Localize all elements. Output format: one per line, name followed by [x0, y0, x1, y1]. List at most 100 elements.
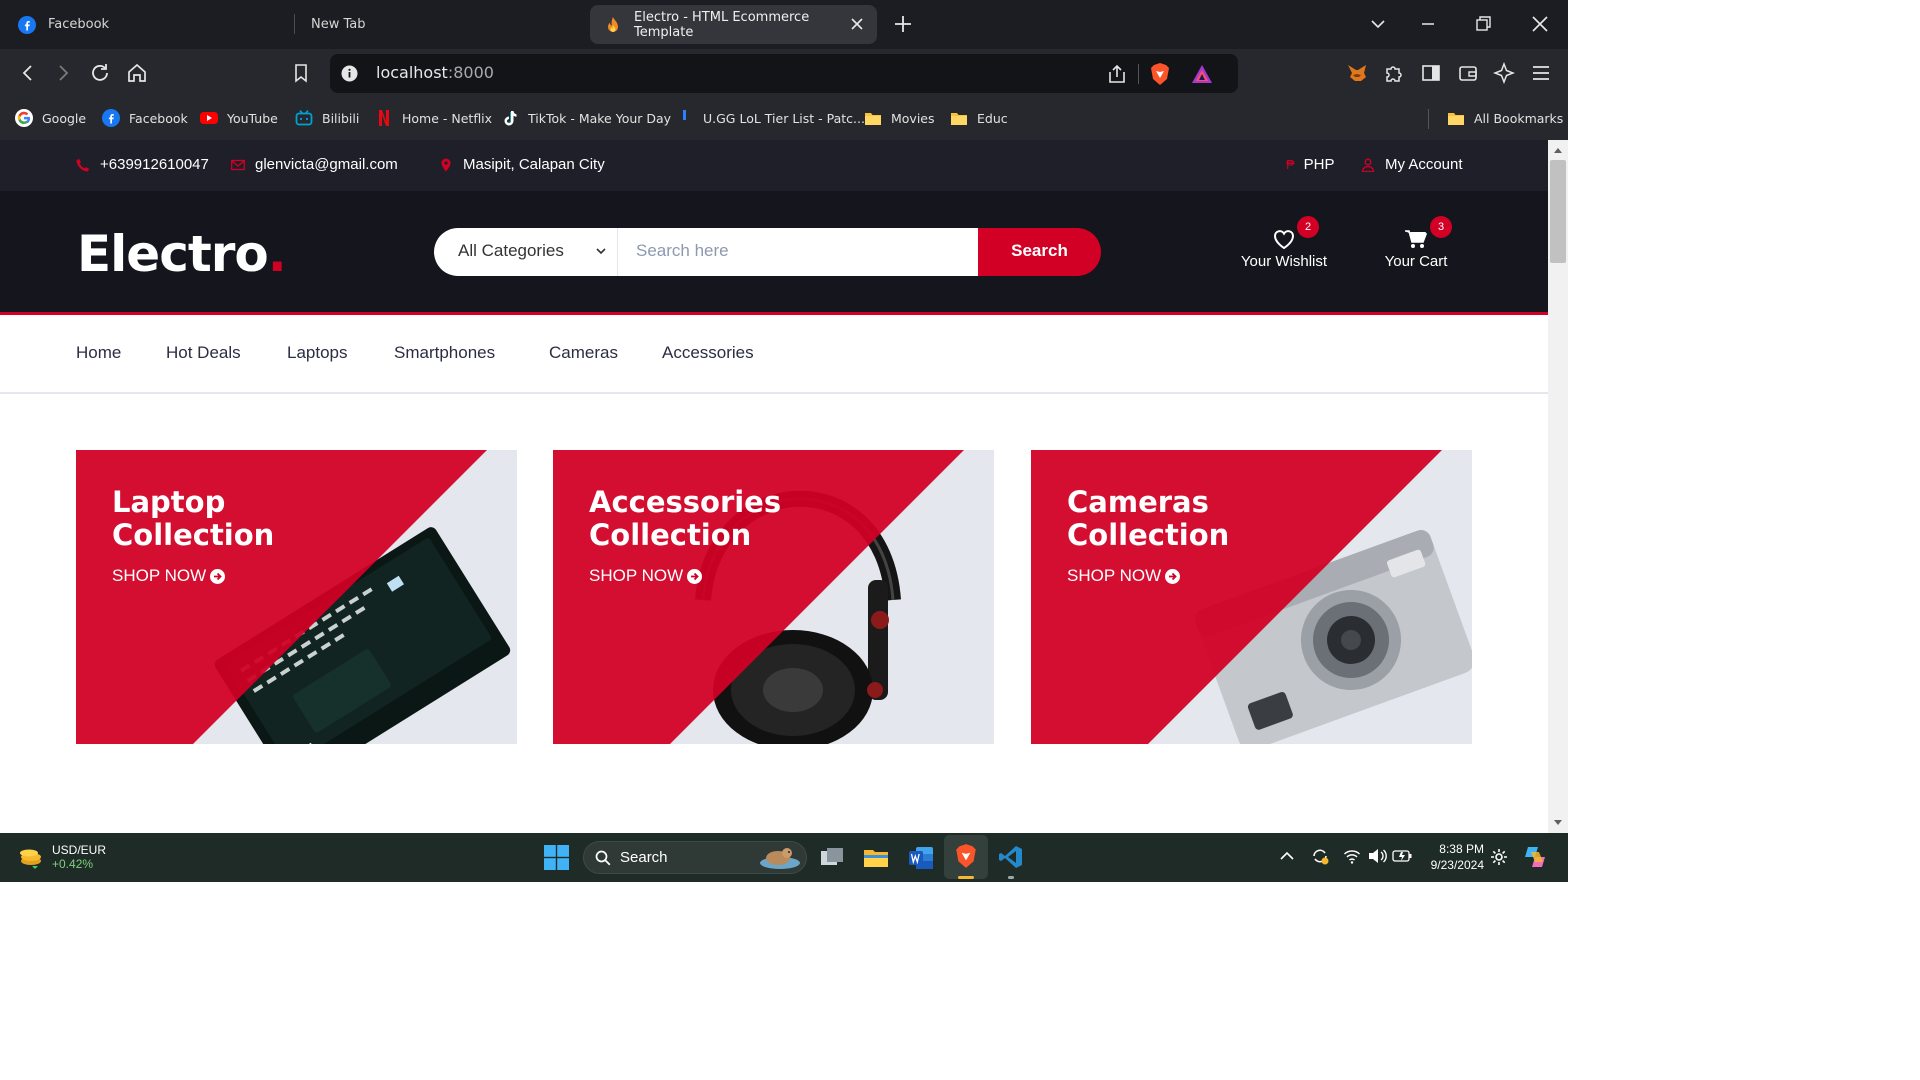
nav-laptops[interactable]: Laptops	[287, 343, 348, 363]
cart-button[interactable]: Your Cart 3	[1361, 216, 1471, 270]
bookmark-facebook[interactable]: Facebook	[102, 107, 188, 129]
shop-now-label: SHOP NOW	[112, 566, 207, 585]
wifi-icon[interactable]	[1343, 847, 1361, 865]
nav-cameras[interactable]: Cameras	[549, 343, 618, 363]
leo-ai-icon[interactable]	[1493, 62, 1515, 84]
nav-hot-deals[interactable]: Hot Deals	[166, 343, 241, 363]
sync-icon[interactable]	[1310, 846, 1330, 866]
task-view-icon[interactable]	[819, 845, 845, 871]
search-input[interactable]: Search here	[618, 228, 978, 276]
shop-now-link[interactable]: SHOP NOW	[112, 566, 226, 586]
peso-icon: ₱	[1286, 157, 1295, 172]
reload-icon[interactable]	[89, 62, 111, 84]
address-bar[interactable]: localhost:8000	[330, 54, 1238, 93]
bookmark-folder-educ[interactable]: Educ	[950, 107, 1008, 129]
tab-new-tab[interactable]: New Tab	[297, 5, 583, 44]
windows-start-icon[interactable]	[544, 845, 569, 870]
bookmark-icon[interactable]	[290, 62, 312, 84]
stock-ticker-widget[interactable]: USD/EUR +0.42%	[18, 843, 106, 871]
word-icon[interactable]	[908, 845, 934, 871]
copilot-icon[interactable]	[1522, 844, 1548, 870]
search-button[interactable]: Search	[978, 228, 1101, 276]
wishlist-button[interactable]: Your Wishlist 2	[1229, 216, 1339, 270]
tab-search-chevron-icon[interactable]	[1366, 12, 1390, 36]
youtube-icon	[200, 112, 218, 124]
nav-home[interactable]: Home	[76, 343, 121, 363]
netflix-icon	[379, 110, 389, 126]
clock-time: 8:38 PM	[1439, 842, 1484, 856]
cameras-collection-card[interactable]: Cameras Collection SHOP NOW	[1031, 450, 1472, 744]
ticker-change: +0.42%	[52, 857, 94, 871]
close-tab-icon[interactable]	[849, 16, 865, 32]
phone-link[interactable]: +639912610047	[76, 156, 209, 173]
tiktok-icon	[504, 111, 517, 126]
browser-tab-bar: Facebook New Tab Electro - HTML Ecommerc…	[0, 0, 1568, 49]
arrow-circle-right-icon	[1165, 568, 1181, 584]
all-bookmarks[interactable]: All Bookmarks	[1447, 107, 1563, 129]
scroll-down-icon[interactable]	[1553, 819, 1563, 827]
currency-selector[interactable]: ₱ PHP	[1286, 156, 1335, 173]
bookmark-youtube[interactable]: YouTube	[200, 107, 278, 129]
cart-label: Your Cart	[1384, 253, 1448, 270]
back-arrow-icon[interactable]	[17, 62, 39, 84]
sidebar-toggle-icon[interactable]	[1420, 62, 1442, 84]
extensions-puzzle-icon[interactable]	[1383, 62, 1405, 84]
card-title: Laptop Collection	[112, 485, 275, 552]
top-info-bar: +639912610047 glenvicta@gmail.com Masipi…	[0, 140, 1548, 191]
new-tab-plus-icon[interactable]	[891, 12, 915, 36]
metamask-fox-icon[interactable]	[1346, 62, 1368, 84]
clock-date: 9/23/2024	[1430, 858, 1484, 872]
tab-facebook[interactable]: Facebook	[4, 5, 290, 44]
brave-taskbar-button[interactable]	[944, 835, 988, 879]
menu-hamburger-icon[interactable]	[1530, 62, 1552, 84]
shop-now-link[interactable]: SHOP NOW	[1067, 566, 1181, 586]
share-icon[interactable]	[1106, 63, 1128, 85]
bookmark-label: U.GG LoL Tier List - Patc...	[703, 110, 865, 126]
tab-electro[interactable]: Electro - HTML Ecommerce Template	[590, 5, 877, 44]
site-logo[interactable]: Electro.	[77, 225, 287, 283]
scrollbar-thumb[interactable]	[1550, 160, 1566, 263]
bookmark-netflix[interactable]: Home - Netflix	[375, 107, 492, 129]
file-explorer-icon[interactable]	[863, 845, 889, 871]
currency-coins-icon	[20, 849, 41, 869]
bookmark-folder-movies[interactable]: Movies	[864, 107, 935, 129]
location-text: Masipit, Calapan City	[463, 156, 605, 173]
site-info-icon[interactable]	[341, 65, 358, 82]
main-navigation: Home Hot Deals Laptops Smartphones Camer…	[0, 315, 1548, 394]
minimize-icon[interactable]	[1416, 12, 1440, 36]
email-link[interactable]: glenvicta@gmail.com	[231, 156, 398, 173]
bookmark-bilibili[interactable]: Bilibili	[295, 107, 359, 129]
restore-icon[interactable]	[1471, 12, 1495, 36]
card-title: Accessories Collection	[589, 485, 782, 552]
home-icon[interactable]	[126, 62, 148, 84]
shop-now-label: SHOP NOW	[1067, 566, 1162, 585]
my-account-link[interactable]: My Account	[1361, 156, 1463, 173]
shop-now-link[interactable]: SHOP NOW	[589, 566, 703, 586]
category-select[interactable]: All Categories	[434, 228, 618, 276]
vscode-icon[interactable]	[998, 844, 1024, 870]
bookmark-google[interactable]: Google	[15, 107, 86, 129]
nav-smartphones[interactable]: Smartphones	[394, 343, 495, 363]
close-window-icon[interactable]	[1528, 12, 1552, 36]
volume-icon[interactable]	[1367, 847, 1387, 865]
forward-arrow-icon[interactable]	[52, 62, 74, 84]
main-header: Electro. All Categories Search here Sear…	[0, 191, 1548, 315]
brave-rewards-icon[interactable]	[1190, 63, 1214, 85]
bookmark-label: Movies	[891, 110, 935, 126]
brave-shields-icon[interactable]	[1149, 62, 1171, 86]
chevron-up-icon[interactable]	[1280, 851, 1294, 861]
bookmark-ugg[interactable]: U.GG LoL Tier List - Patc...	[676, 107, 865, 129]
clock[interactable]: 8:38 PM 9/23/2024	[1424, 841, 1484, 873]
settings-gear-icon[interactable]	[1490, 848, 1508, 866]
scroll-up-icon[interactable]	[1553, 146, 1563, 154]
taskbar-search-label: Search	[620, 849, 668, 866]
wallet-icon[interactable]	[1457, 62, 1479, 84]
taskbar-search[interactable]: Search	[583, 841, 807, 874]
laptop-collection-card[interactable]: Laptop Collection SHOP NOW	[76, 450, 517, 744]
location-link[interactable]: Masipit, Calapan City	[439, 156, 605, 173]
nav-accessories[interactable]: Accessories	[662, 343, 754, 363]
running-indicator	[1008, 876, 1014, 879]
accessories-collection-card[interactable]: Accessories Collection SHOP NOW	[553, 450, 994, 744]
battery-icon[interactable]	[1392, 848, 1412, 864]
bookmark-tiktok[interactable]: TikTok - Make Your Day	[501, 107, 671, 129]
